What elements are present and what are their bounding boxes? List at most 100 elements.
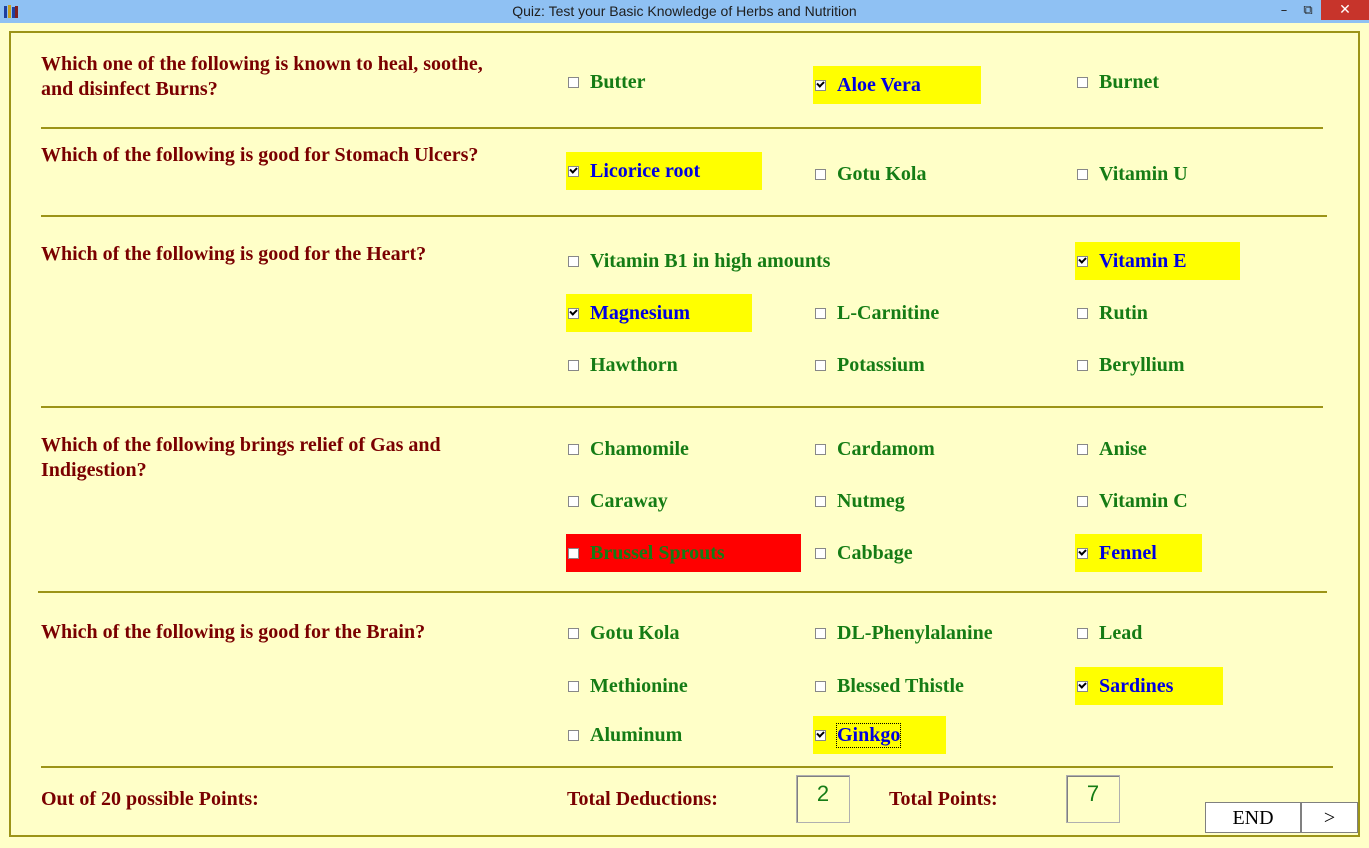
- option-burnet[interactable]: Burnet: [1075, 63, 1159, 101]
- option-lead[interactable]: Lead: [1075, 614, 1142, 652]
- checkbox[interactable]: [815, 359, 826, 371]
- restore-icon[interactable]: ⧉: [1296, 1, 1320, 21]
- checkbox[interactable]: [568, 76, 579, 88]
- checkbox[interactable]: [1077, 76, 1088, 88]
- option-label: Rutin: [1099, 301, 1148, 324]
- option-ginkgo[interactable]: Ginkgo: [813, 716, 946, 754]
- separator: [38, 591, 1327, 593]
- option-methionine[interactable]: Methionine: [566, 667, 688, 705]
- option-cabbage[interactable]: Cabbage: [813, 534, 913, 572]
- option-label: Gotu Kola: [590, 621, 680, 644]
- option-label: Cardamom: [837, 437, 935, 460]
- option-gotu-kola-brain[interactable]: Gotu Kola: [566, 614, 679, 652]
- checkbox[interactable]: [1077, 255, 1088, 267]
- option-rutin[interactable]: Rutin: [1075, 294, 1148, 332]
- checkbox[interactable]: [1077, 307, 1088, 319]
- option-blessed-thistle[interactable]: Blessed Thistle: [813, 667, 964, 705]
- option-label: Brussel Sprouts: [590, 541, 725, 564]
- minimize-icon[interactable]: –: [1272, 1, 1296, 21]
- option-label: Vitamin E: [1099, 249, 1187, 272]
- checkbox[interactable]: [815, 443, 826, 455]
- checkbox[interactable]: [568, 729, 579, 741]
- option-label: Chamomile: [590, 437, 689, 460]
- checkbox[interactable]: [815, 729, 826, 741]
- checkbox[interactable]: [815, 680, 826, 692]
- checkbox[interactable]: [1077, 495, 1088, 507]
- option-label: Gotu Kola: [837, 162, 927, 185]
- option-label: Aluminum: [590, 723, 683, 746]
- option-brussel-sprouts[interactable]: Brussel Sprouts: [566, 534, 801, 572]
- total-points-value: 7: [1066, 775, 1120, 823]
- option-label: Sardines: [1099, 674, 1174, 697]
- option-label: Vitamin B1 in high amounts: [590, 249, 831, 272]
- option-label: Magnesium: [590, 301, 690, 324]
- option-chamomile[interactable]: Chamomile: [566, 430, 689, 468]
- checkbox[interactable]: [1077, 443, 1088, 455]
- option-caraway[interactable]: Caraway: [566, 482, 668, 520]
- checkbox[interactable]: [815, 168, 826, 180]
- checkbox[interactable]: [568, 443, 579, 455]
- separator: [41, 766, 1333, 768]
- checkbox[interactable]: [1077, 680, 1088, 692]
- checkbox[interactable]: [1077, 547, 1088, 559]
- checkbox[interactable]: [1077, 359, 1088, 371]
- total-deductions-value: 2: [796, 775, 850, 823]
- option-label: DL-Phenylalanine: [837, 621, 993, 644]
- checkbox[interactable]: [568, 359, 579, 371]
- checkbox[interactable]: [568, 680, 579, 692]
- next-button[interactable]: >: [1301, 802, 1358, 833]
- option-label: Aloe Vera: [837, 73, 921, 96]
- checkbox[interactable]: [568, 495, 579, 507]
- option-label: Ginkgo: [835, 722, 902, 748]
- option-vitamin-c[interactable]: Vitamin C: [1075, 482, 1188, 520]
- checkbox[interactable]: [815, 495, 826, 507]
- option-aloe-vera[interactable]: Aloe Vera: [813, 66, 981, 104]
- option-label: Beryllium: [1099, 353, 1185, 376]
- option-label: Butter: [590, 70, 646, 93]
- option-aluminum[interactable]: Aluminum: [566, 716, 682, 754]
- checkbox[interactable]: [568, 165, 579, 177]
- option-label: Cabbage: [837, 541, 913, 564]
- possible-points-label: Out of 20 possible Points:: [41, 788, 259, 810]
- option-vitamin-b1[interactable]: Vitamin B1 in high amounts: [566, 242, 830, 280]
- checkbox[interactable]: [568, 547, 579, 559]
- option-anise[interactable]: Anise: [1075, 430, 1147, 468]
- option-label: Potassium: [837, 353, 925, 376]
- checkbox[interactable]: [568, 307, 579, 319]
- option-label: Burnet: [1099, 70, 1159, 93]
- option-vitamin-u[interactable]: Vitamin U: [1075, 155, 1188, 193]
- checkbox[interactable]: [815, 627, 826, 639]
- checkbox[interactable]: [568, 255, 579, 267]
- option-label: Methionine: [590, 674, 688, 697]
- option-vitamin-e[interactable]: Vitamin E: [1075, 242, 1240, 280]
- option-magnesium[interactable]: Magnesium: [566, 294, 752, 332]
- option-cardamom[interactable]: Cardamom: [813, 430, 935, 468]
- separator: [41, 406, 1323, 408]
- option-gotu-kola[interactable]: Gotu Kola: [813, 155, 926, 193]
- question-burns: Which one of the following is known to h…: [41, 53, 483, 100]
- checkbox[interactable]: [568, 627, 579, 639]
- option-butter[interactable]: Butter: [566, 63, 646, 101]
- option-fennel[interactable]: Fennel: [1075, 534, 1202, 572]
- option-label: Vitamin U: [1099, 162, 1188, 185]
- question-gas-indigestion: Which of the following brings relief of …: [41, 434, 441, 481]
- separator: [41, 127, 1323, 129]
- checkbox[interactable]: [815, 307, 826, 319]
- option-label: Lead: [1099, 621, 1143, 644]
- option-potassium[interactable]: Potassium: [813, 346, 925, 384]
- checkbox[interactable]: [815, 79, 826, 91]
- checkbox[interactable]: [1077, 627, 1088, 639]
- option-nutmeg[interactable]: Nutmeg: [813, 482, 905, 520]
- end-button[interactable]: END: [1205, 802, 1301, 833]
- close-icon[interactable]: ✕: [1321, 0, 1369, 20]
- option-label: Nutmeg: [837, 489, 905, 512]
- checkbox[interactable]: [815, 547, 826, 559]
- option-licorice-root[interactable]: Licorice root: [566, 152, 762, 190]
- option-label: Hawthorn: [590, 353, 678, 376]
- option-l-carnitine[interactable]: L-Carnitine: [813, 294, 939, 332]
- option-sardines[interactable]: Sardines: [1075, 667, 1223, 705]
- option-beryllium[interactable]: Beryllium: [1075, 346, 1185, 384]
- option-dl-phenylalanine[interactable]: DL-Phenylalanine: [813, 614, 993, 652]
- checkbox[interactable]: [1077, 168, 1088, 180]
- option-hawthorn[interactable]: Hawthorn: [566, 346, 678, 384]
